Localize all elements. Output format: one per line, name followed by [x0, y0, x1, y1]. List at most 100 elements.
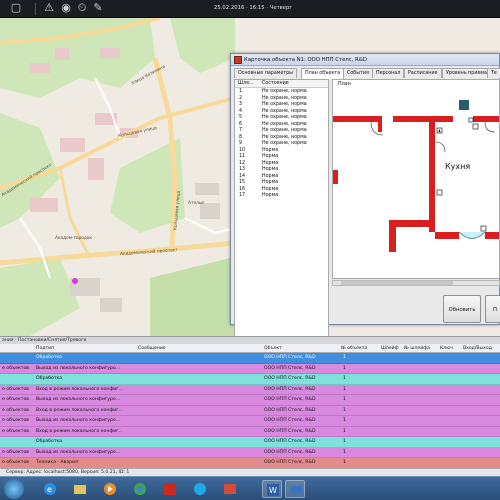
- status-bar: Сервер: Адрес: localhost:5080, Версия: 5…: [0, 468, 500, 476]
- col-key[interactable]: Ключ: [440, 346, 453, 351]
- skype-icon[interactable]: [190, 480, 210, 498]
- event-object-number: 1: [343, 355, 346, 360]
- event-object: ООО НПП Стелс, R&D: [264, 428, 316, 434]
- dialog-titlebar[interactable]: Карточка объекта N1: ООО НПП Стелс, R&D: [231, 54, 499, 66]
- object-card-dialog: Карточка объекта N1: ООО НПП Стелс, R&D …: [230, 53, 500, 337]
- event-object: ООО НПП Стелс, R&D: [264, 418, 316, 423]
- event-type: е объектов: [2, 449, 29, 455]
- event-type: е объектов: [2, 386, 29, 392]
- event-object: ООО НПП Стелс, R&D: [264, 407, 316, 413]
- zones-header-num[interactable]: Шле...: [238, 81, 254, 86]
- event-object: ООО НПП Стелс, R&D: [264, 449, 316, 455]
- refresh-button[interactable]: Обновить: [443, 295, 481, 323]
- dialog-title: Карточка объекта N1: ООО НПП Стелс, R&D: [244, 57, 367, 63]
- event-subtype: Обработка: [36, 376, 63, 381]
- event-type: е объектов: [2, 397, 29, 402]
- server-status: Сервер: Адрес: localhost:5080, Версия: 5…: [6, 470, 130, 475]
- events-filter-label[interactable]: ания · Постановки/Снятия/Тревоги: [2, 338, 86, 343]
- event-object: ООО НПП Стелс, R&D: [264, 376, 316, 381]
- app-icon[interactable]: [220, 480, 240, 498]
- tab-more[interactable]: Те: [487, 68, 500, 78]
- zone-state: Норма: [262, 193, 279, 198]
- event-object-number: 1: [343, 460, 346, 465]
- plan-horizontal-scrollbar[interactable]: [332, 280, 500, 286]
- plan-label: План: [338, 82, 351, 87]
- svg-text:W: W: [269, 486, 277, 495]
- toolbar-separator: [35, 3, 36, 15]
- col-io[interactable]: Вход/Выход: [463, 346, 492, 351]
- event-object-number: 1: [343, 386, 346, 392]
- app-icon[interactable]: [285, 480, 305, 498]
- event-object: ООО НПП Стелс, R&D: [264, 365, 316, 371]
- col-message[interactable]: Сообщение: [138, 346, 166, 351]
- tab-personnel[interactable]: Персонал: [372, 68, 405, 78]
- tab-main-params[interactable]: Основные параметры: [234, 68, 297, 78]
- zones-list[interactable]: Шле... Состояние 1 Не охране, норма 2 Не ох…: [234, 79, 329, 337]
- main-toolbar: ▢ ⚠ ◉ ⏲ ✎ 25.02.2016 · 16:15 · Четверг: [0, 0, 500, 18]
- event-object: ООО НПП Стелс, R&D: [264, 386, 316, 392]
- event-row[interactable]: е объектов Вход в режим локального конфиг…: [0, 405, 500, 416]
- event-subtype: Вход в режим локального конфиг...: [36, 407, 124, 413]
- zones-header-state[interactable]: Состояние: [262, 81, 289, 86]
- warning-icon[interactable]: ⚠: [43, 2, 55, 14]
- media-player-icon[interactable]: [100, 480, 120, 498]
- zone-row[interactable]: 17 Норма: [235, 193, 328, 200]
- wrench-icon[interactable]: ✎: [92, 2, 104, 14]
- svg-text:e: e: [47, 485, 52, 494]
- col-loop[interactable]: Шлейф: [381, 346, 399, 351]
- event-row[interactable]: Обработка ООО НПП Стелс, R&D 1: [0, 437, 500, 448]
- tab-events[interactable]: События: [343, 68, 373, 78]
- events-table-header: Подтип Сообщение Объект № объекта Шлейф …: [0, 344, 500, 353]
- event-row[interactable]: е объектов Выход из локального конфигуро.…: [0, 416, 500, 427]
- internet-explorer-icon[interactable]: e: [40, 480, 60, 498]
- restore-icon[interactable]: ▢: [10, 2, 22, 14]
- street-label: Ателье: [188, 201, 205, 206]
- event-row[interactable]: Обработка ООО НПП Стелс, R&D 1: [0, 353, 500, 364]
- fire-icon[interactable]: ◉: [60, 2, 72, 14]
- event-row[interactable]: е объектов Техника - Авария ООО НПП Стелс,…: [0, 458, 500, 469]
- event-object-number: 1: [343, 397, 346, 402]
- floor-plan-drawing[interactable]: [333, 80, 500, 279]
- event-subtype: Выход из локального конфигуро...: [36, 449, 121, 455]
- chrome-icon[interactable]: [130, 480, 150, 498]
- event-type: е объектов: [2, 418, 29, 423]
- tab-reception-level[interactable]: Уровень приема: [442, 68, 491, 78]
- event-type: е объектов: [2, 407, 29, 413]
- col-object-number[interactable]: № объекта: [341, 346, 367, 351]
- event-subtype: Вход в режим локального конфиг...: [36, 386, 124, 392]
- alarm-clock-icon[interactable]: ⏲: [76, 2, 88, 14]
- event-object-number: 1: [343, 418, 346, 423]
- secondary-button[interactable]: П: [485, 295, 500, 323]
- event-subtype: Вход в режим локального конфиг...: [36, 428, 124, 434]
- word-icon[interactable]: W: [262, 480, 282, 498]
- event-row[interactable]: Обработка ООО НПП Стелс, R&D 1: [0, 374, 500, 385]
- acrobat-icon[interactable]: [160, 480, 180, 498]
- file-explorer-icon[interactable]: [70, 480, 90, 498]
- floor-plan[interactable]: План Кухня: [332, 79, 500, 279]
- event-row[interactable]: е объектов Выход из локального конфигуро.…: [0, 447, 500, 458]
- tab-object-plan[interactable]: План объекта: [301, 68, 345, 79]
- col-object[interactable]: Объект: [264, 346, 282, 351]
- col-loop-number[interactable]: № шлейфа: [404, 346, 430, 351]
- event-row[interactable]: е объектов Вход в режим локального конфиг…: [0, 426, 500, 437]
- event-subtype: Выход из локального конфигуро...: [36, 397, 121, 402]
- tab-schedule[interactable]: Расписание: [404, 68, 442, 78]
- event-row[interactable]: е объектов Выход из локального конфигуро.…: [0, 363, 500, 374]
- event-subtype: Обработка: [36, 439, 63, 444]
- event-type: е объектов: [2, 428, 29, 434]
- event-subtype: Обработка: [36, 355, 63, 360]
- street-label: Академ-городок: [55, 236, 93, 241]
- event-row[interactable]: е объектов Выход из локального конфигуро.…: [0, 395, 500, 406]
- windows-start-icon[interactable]: [4, 479, 24, 499]
- event-object: ООО НПП Стелс, R&D: [264, 397, 316, 402]
- event-type: е объектов: [2, 365, 29, 371]
- event-subtype: Техника - Авария: [36, 460, 78, 465]
- col-subtype[interactable]: Подтип: [36, 346, 54, 351]
- event-object-number: 1: [343, 407, 346, 413]
- event-object: ООО НПП Стелс, R&D: [264, 355, 316, 360]
- room-label: Кухня: [445, 162, 471, 171]
- event-object: ООО НПП Стелс, R&D: [264, 439, 316, 444]
- event-row[interactable]: е объектов Вход в режим локального конфиг…: [0, 384, 500, 395]
- scrollbar-thumb[interactable]: [341, 281, 453, 285]
- app-icon: [234, 56, 242, 64]
